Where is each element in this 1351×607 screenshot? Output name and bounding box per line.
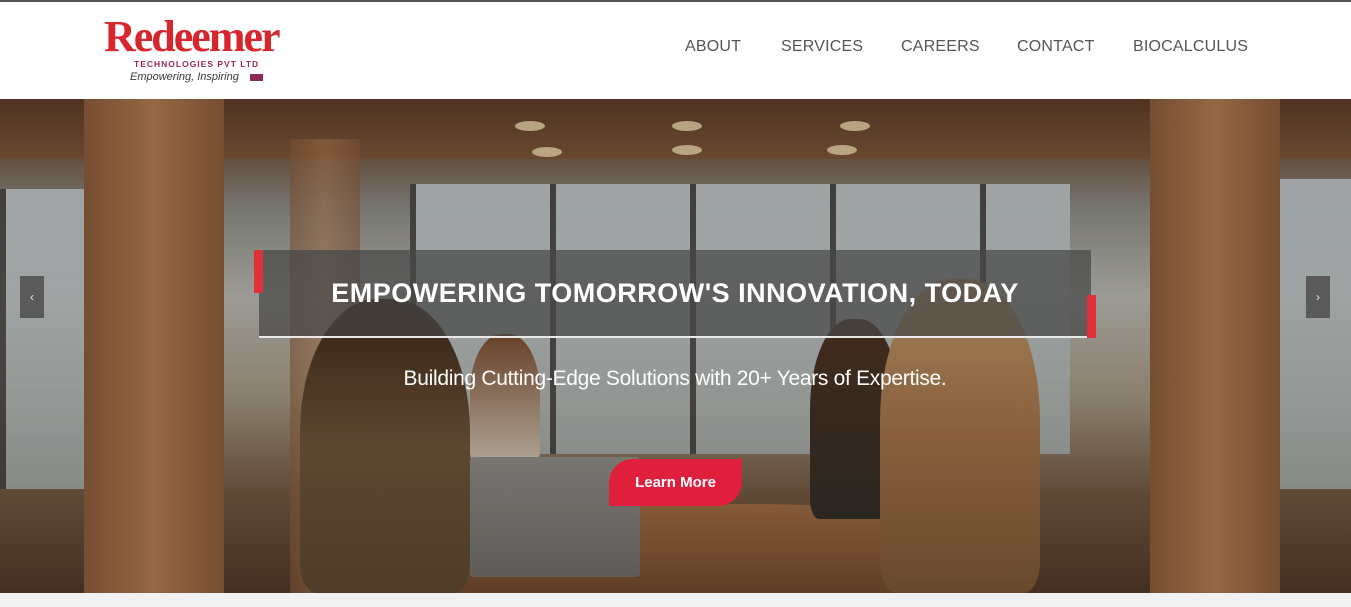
nav-item-careers[interactable]: CAREERS (901, 38, 980, 56)
headline-accent-left (254, 250, 263, 293)
nav-item-about[interactable]: ABOUT (685, 38, 741, 56)
logo-mark (250, 74, 263, 81)
hero-headline: EMPOWERING TOMORROW'S INNOVATION, TODAY (331, 278, 1019, 308)
page-bottom-strip (0, 593, 1351, 607)
logo-subtitle: TECHNOLOGIES PVT LTD (134, 59, 260, 69)
nav-item-biocalculus[interactable]: BIOCALCULUS (1133, 38, 1248, 56)
learn-more-button[interactable]: Learn More (609, 459, 742, 506)
nav-item-services[interactable]: SERVICES (781, 38, 863, 56)
image-overlay (0, 99, 1351, 593)
slider-prev-button[interactable]: ‹ (20, 276, 44, 318)
headline-banner: EMPOWERING TOMORROW'S INNOVATION, TODAY (259, 250, 1091, 338)
headline-accent-right (1087, 295, 1096, 338)
hero-subtitle: Building Cutting-Edge Solutions with 20+… (403, 367, 947, 390)
nav-item-contact[interactable]: CONTACT (1017, 38, 1095, 56)
slider-next-button[interactable]: › (1306, 276, 1330, 318)
site-header: Redeemer TECHNOLOGIES PVT LTD Empowering… (0, 0, 1351, 99)
hero-slider: ‹ › EMPOWERING TOMORROW'S INNOVATION, TO… (0, 99, 1351, 593)
logo-tagline: Empowering, Inspiring (130, 71, 239, 83)
main-nav: ABOUT SERVICES CAREERS CONTACT BIOCALCUL… (0, 38, 1351, 58)
